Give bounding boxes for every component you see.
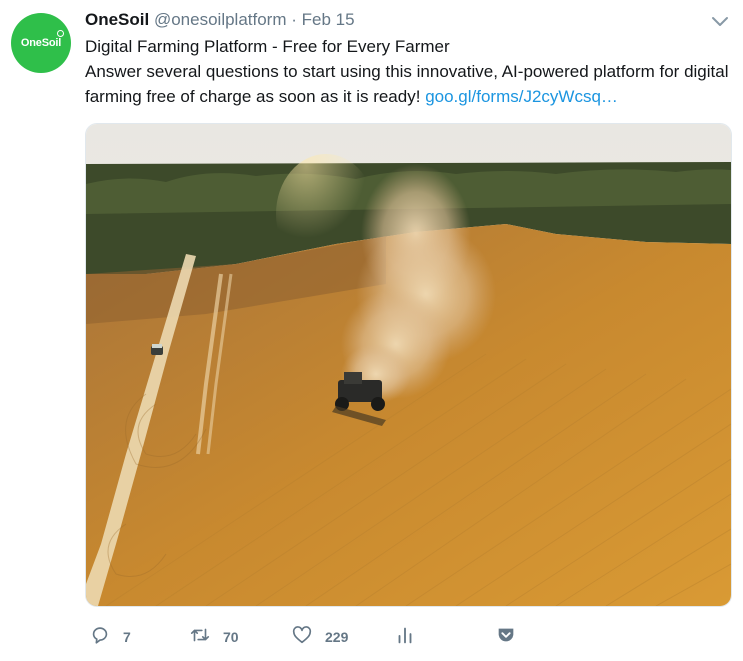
vehicle-on-road [151, 344, 163, 355]
retweet-button[interactable]: 70 [189, 624, 239, 650]
tweet-headline: Digital Farming Platform - Free for Ever… [85, 37, 450, 56]
analytics-button[interactable] [394, 624, 416, 650]
tweet-actions: 7 70 229 [85, 624, 725, 650]
pocket-button[interactable] [495, 624, 517, 650]
avatar[interactable]: OneSoil [11, 13, 71, 73]
tweet-text: Digital Farming Platform - Free for Ever… [85, 34, 730, 109]
chevron-down-icon[interactable] [709, 12, 731, 30]
retweet-count: 70 [223, 629, 239, 645]
user-handle[interactable]: @onesoilplatform [154, 10, 287, 29]
like-count: 229 [325, 629, 349, 645]
separator: · [291, 10, 297, 29]
avatar-logo-text: OneSoil [20, 37, 62, 49]
tweet-link[interactable]: goo.gl/forms/J2cyWcsq… [425, 87, 618, 106]
pocket-icon [495, 624, 517, 651]
like-button[interactable]: 229 [291, 624, 348, 650]
tweet-media-image[interactable] [85, 123, 732, 607]
retweet-icon [189, 624, 211, 651]
reply-button[interactable]: 7 [89, 624, 131, 650]
display-name[interactable]: OneSoil [85, 10, 149, 29]
avatar-logo-mark [57, 30, 64, 37]
analytics-icon [394, 624, 416, 651]
reply-count: 7 [123, 629, 131, 645]
tweet-date[interactable]: Feb 15 [302, 10, 355, 29]
tweet-body: Answer several questions to start using … [85, 59, 730, 109]
heart-icon [291, 624, 313, 651]
reply-icon [89, 624, 111, 651]
tweet-body-text: Answer several questions to start using … [85, 62, 729, 106]
tweet-header: OneSoil @onesoilplatform · Feb 15 [85, 8, 355, 32]
field-photo [86, 124, 731, 606]
